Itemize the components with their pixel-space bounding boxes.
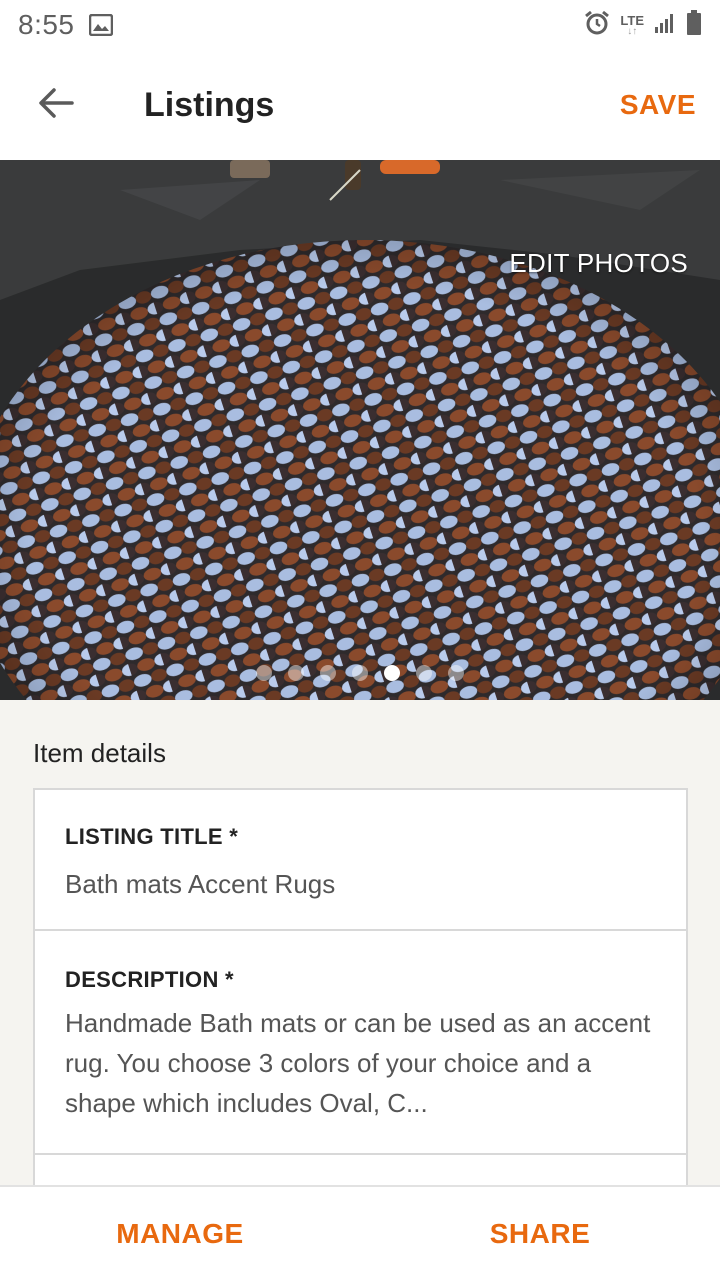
- lte-arrows: ↓↑: [627, 25, 638, 37]
- image-icon: [88, 13, 113, 37]
- description-field[interactable]: DESCRIPTION * Handmade Bath mats or can …: [35, 931, 686, 1155]
- save-button[interactable]: SAVE: [620, 89, 696, 121]
- edit-photos-button[interactable]: EDIT PHOTOS: [509, 248, 688, 279]
- listing-title-label: LISTING TITLE *: [65, 824, 239, 849]
- back-button[interactable]: [28, 77, 84, 133]
- share-button[interactable]: SHARE: [360, 1187, 720, 1280]
- listing-photo-carousel[interactable]: EDIT PHOTOS: [0, 160, 720, 700]
- alarm-icon: [584, 10, 610, 41]
- status-bar: 8:55 LTE ↓↑: [0, 0, 720, 50]
- description-label: DESCRIPTION *: [65, 967, 234, 992]
- carousel-dot[interactable]: [288, 665, 304, 681]
- listing-title-value: Bath mats Accent Rugs: [65, 869, 336, 899]
- carousel-dot[interactable]: [256, 665, 272, 681]
- lte-text: LTE: [620, 12, 644, 28]
- page-title: Listings: [144, 85, 275, 124]
- carousel-dot-active[interactable]: [384, 665, 400, 681]
- details-card: LISTING TITLE * Bath mats Accent Rugs DE…: [33, 788, 688, 1208]
- carousel-indicator: [0, 665, 720, 681]
- bottom-action-bar: MANAGE SHARE: [0, 1185, 720, 1280]
- carousel-dot[interactable]: [416, 665, 432, 681]
- signal-icon: [654, 12, 676, 39]
- back-arrow-icon: [38, 87, 74, 124]
- item-details-section: Item details LISTING TITLE * Bath mats A…: [0, 700, 720, 1208]
- carousel-dot[interactable]: [352, 665, 368, 681]
- status-icons: LTE ↓↑: [584, 9, 702, 41]
- carousel-dot[interactable]: [448, 665, 464, 681]
- listing-title-field[interactable]: LISTING TITLE * Bath mats Accent Rugs: [35, 790, 686, 931]
- carousel-dot[interactable]: [320, 665, 336, 681]
- status-time: 8:55: [18, 9, 75, 40]
- battery-icon: [686, 9, 702, 41]
- app-bar: Listings SAVE: [0, 50, 720, 160]
- description-value: Handmade Bath mats or can be used as an …: [65, 1008, 651, 1118]
- lte-indicator: LTE ↓↑: [620, 14, 644, 37]
- listing-photo: [0, 160, 720, 700]
- section-heading: Item details: [33, 738, 166, 768]
- manage-button[interactable]: MANAGE: [0, 1187, 360, 1280]
